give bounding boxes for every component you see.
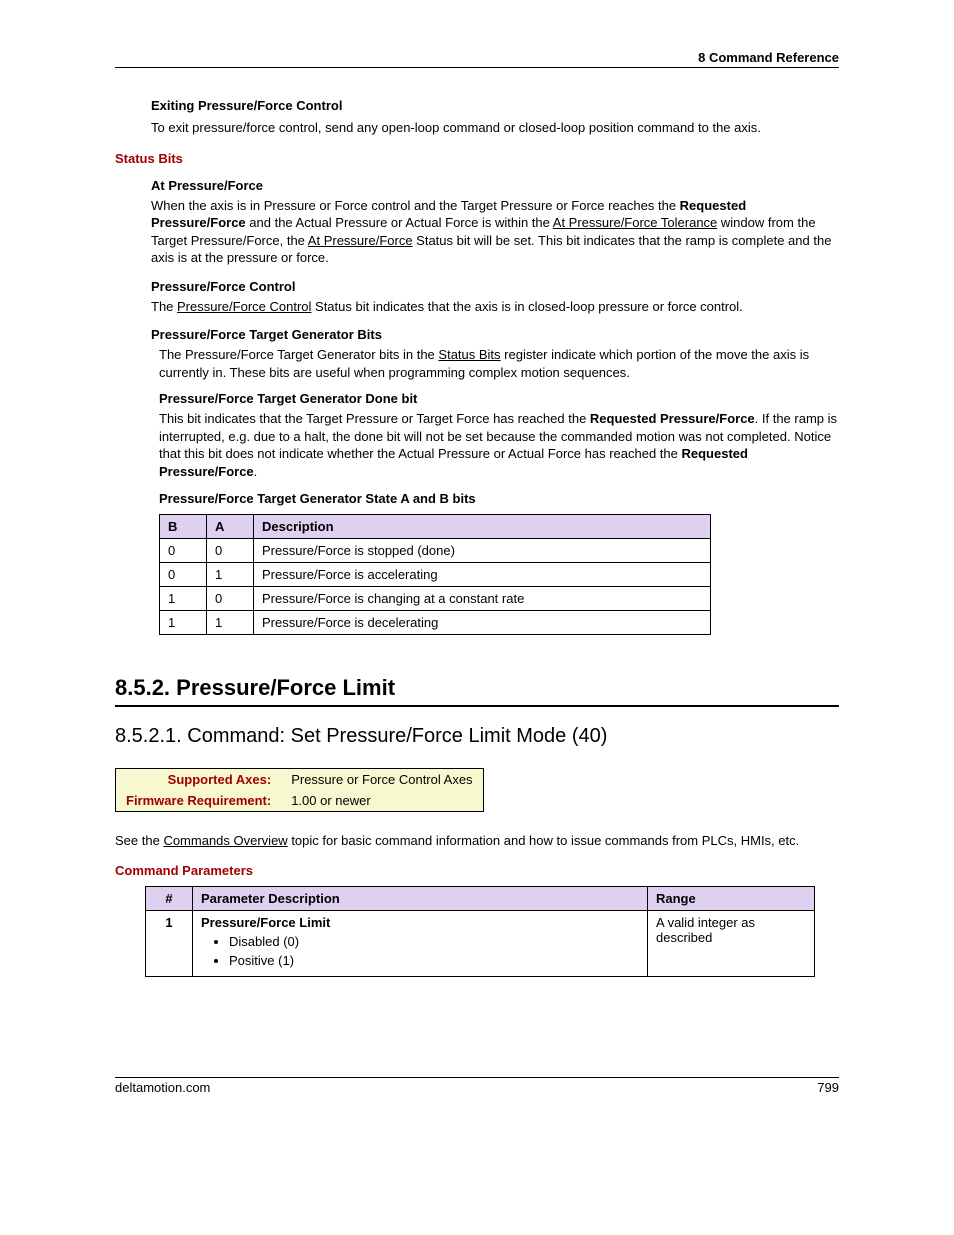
para-exit: To exit pressure/force control, send any… xyxy=(151,119,839,137)
heading-pf-done-bit: Pressure/Force Target Generator Done bit xyxy=(159,391,839,406)
text: The Pressure/Force Target Generator bits… xyxy=(159,347,438,362)
td: Pressure/Force is accelerating xyxy=(254,562,711,586)
heading-command-params: Command Parameters xyxy=(115,863,839,878)
td: Pressure/Force is changing at a constant… xyxy=(254,586,711,610)
heading-exit: Exiting Pressure/Force Control xyxy=(151,98,839,113)
text: . xyxy=(254,464,258,479)
td: 1 xyxy=(207,562,254,586)
link-at-pf-tolerance[interactable]: At Pressure/Force Tolerance xyxy=(553,215,718,230)
td: Pressure/Force is stopped (done) xyxy=(254,538,711,562)
text: See the xyxy=(115,833,163,848)
link-commands-overview[interactable]: Commands Overview xyxy=(163,833,287,848)
footer-right: 799 xyxy=(817,1080,839,1095)
table-state-bits: B A Description 0 0 Pressure/Force is st… xyxy=(159,514,711,635)
td: 0 xyxy=(160,562,207,586)
th-a: A xyxy=(207,514,254,538)
td: 1 xyxy=(160,610,207,634)
para-pf-control: The Pressure/Force Control Status bit in… xyxy=(151,298,839,316)
th-desc: Description xyxy=(254,514,711,538)
list-item: Disabled (0) xyxy=(229,934,639,949)
heading-at-pf: At Pressure/Force xyxy=(151,178,839,193)
text: Status bit indicates that the axis is in… xyxy=(311,299,742,314)
page-footer: deltamotion.com 799 xyxy=(115,1077,839,1095)
footer-left: deltamotion.com xyxy=(115,1080,210,1095)
th-range: Range xyxy=(648,887,815,911)
text: and the Actual Pressure or Actual Force … xyxy=(246,215,553,230)
th-desc: Parameter Description xyxy=(193,887,648,911)
table-row: Firmware Requirement: 1.00 or newer xyxy=(116,790,484,812)
table-row: 0 1 Pressure/Force is accelerating xyxy=(160,562,711,586)
td: 0 xyxy=(207,538,254,562)
td: 1 xyxy=(207,610,254,634)
td: 1 xyxy=(160,586,207,610)
para-at-pf: When the axis is in Pressure or Force co… xyxy=(151,197,839,267)
heading-pf-control: Pressure/Force Control xyxy=(151,279,839,294)
table-row: 1 1 Pressure/Force is decelerating xyxy=(160,610,711,634)
meta-value: 1.00 or newer xyxy=(281,790,483,812)
td-num: 1 xyxy=(146,911,193,977)
th-num: # xyxy=(146,887,193,911)
para-pf-target-gen: The Pressure/Force Target Generator bits… xyxy=(159,346,839,381)
table-row: B A Description xyxy=(160,514,711,538)
meta-value: Pressure or Force Control Axes xyxy=(281,768,483,790)
heading-8521: 8.5.2.1. Command: Set Pressure/Force Lim… xyxy=(115,725,839,748)
link-at-pf[interactable]: At Pressure/Force xyxy=(308,233,413,248)
heading-status-bits: Status Bits xyxy=(115,151,839,166)
th-b: B xyxy=(160,514,207,538)
text: This bit indicates that the Target Press… xyxy=(159,411,590,426)
param-title: Pressure/Force Limit xyxy=(201,915,330,930)
meta-label: Supported Axes: xyxy=(116,768,282,790)
text-bold: Requested Pressure/Force xyxy=(590,411,755,426)
td: 0 xyxy=(160,538,207,562)
td-range: A valid integer as described xyxy=(648,911,815,977)
heading-pf-target-gen: Pressure/Force Target Generator Bits xyxy=(151,327,839,342)
table-row: 1 0 Pressure/Force is changing at a cons… xyxy=(160,586,711,610)
table-params: # Parameter Description Range 1 Pressure… xyxy=(145,886,815,977)
table-row: Supported Axes: Pressure or Force Contro… xyxy=(116,768,484,790)
table-row: 1 Pressure/Force Limit Disabled (0) Posi… xyxy=(146,911,815,977)
link-status-bits[interactable]: Status Bits xyxy=(438,347,500,362)
para-pf-done-bit: This bit indicates that the Target Press… xyxy=(159,410,839,480)
table-meta: Supported Axes: Pressure or Force Contro… xyxy=(115,768,484,812)
meta-label: Firmware Requirement: xyxy=(116,790,282,812)
table-row: # Parameter Description Range xyxy=(146,887,815,911)
heading-pf-state-bits: Pressure/Force Target Generator State A … xyxy=(159,491,839,506)
text: topic for basic command information and … xyxy=(288,833,800,848)
para-see: See the Commands Overview topic for basi… xyxy=(115,832,839,850)
heading-852: 8.5.2. Pressure/Force Limit xyxy=(115,675,839,707)
text: When the axis is in Pressure or Force co… xyxy=(151,198,680,213)
text: The xyxy=(151,299,177,314)
page-header: 8 Command Reference xyxy=(115,50,839,68)
table-row: 0 0 Pressure/Force is stopped (done) xyxy=(160,538,711,562)
td: 0 xyxy=(207,586,254,610)
td-desc: Pressure/Force Limit Disabled (0) Positi… xyxy=(193,911,648,977)
list-item: Positive (1) xyxy=(229,953,639,968)
td: Pressure/Force is decelerating xyxy=(254,610,711,634)
link-pf-control[interactable]: Pressure/Force Control xyxy=(177,299,311,314)
